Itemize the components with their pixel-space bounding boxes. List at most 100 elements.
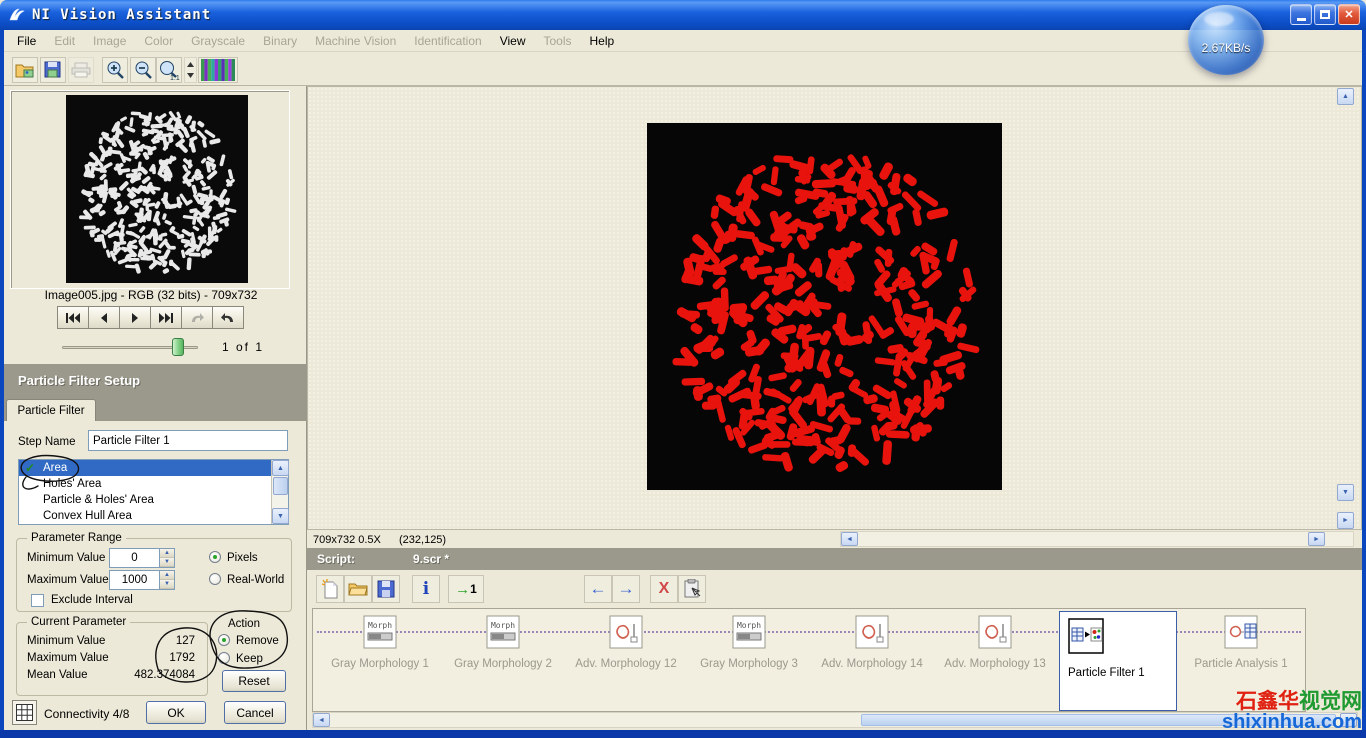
new-script-button[interactable] (316, 575, 344, 603)
scroll-up-icon[interactable]: ▲ (272, 460, 289, 476)
script-hscrollbar[interactable]: ◄ ► (312, 712, 1358, 728)
step-label: Particle Filter 1 (1068, 667, 1176, 679)
last-image-button[interactable] (150, 306, 182, 329)
spin-up-icon[interactable]: ▲ (160, 549, 174, 558)
max-value-label: Maximum Value (27, 574, 109, 586)
step-back-button[interactable]: ← (584, 575, 612, 603)
script-info-button[interactable]: i (412, 575, 440, 603)
script-label: Script: (317, 552, 355, 566)
connectivity-grid-icon[interactable] (12, 700, 37, 725)
hscroll-left-icon[interactable]: ◄ (841, 532, 858, 546)
script-step-adv-morphology-14[interactable]: Adv. Morphology 14 (813, 615, 931, 709)
spin-down-icon[interactable]: ▼ (160, 580, 174, 589)
viewer-scroll-corner-right[interactable]: ► (1337, 512, 1354, 529)
viewer-scroll-up[interactable]: ▲ (1337, 88, 1354, 105)
title-bar: NI Vision Assistant ✕ (0, 0, 1366, 30)
gray-morphology-icon: Morph (363, 615, 397, 649)
spin-up-icon[interactable]: ▲ (160, 571, 174, 580)
hscroll-right-icon[interactable]: ► (1308, 532, 1325, 546)
save-script-button[interactable] (372, 575, 400, 603)
viewer-hscrollbar[interactable]: ◄ ► (840, 531, 1354, 547)
script-step-adv-morphology-12[interactable]: Adv. Morphology 12 (567, 615, 685, 709)
script-step-particle-filter-1[interactable]: Particle Filter 1 (1059, 611, 1177, 711)
open-image-button[interactable] (12, 57, 38, 83)
setup-title: Particle Filter Setup (18, 373, 140, 388)
main-image[interactable] (647, 123, 1002, 490)
redo-button[interactable] (212, 306, 244, 329)
next-image-button[interactable] (119, 306, 151, 329)
particle-analysis-icon (1224, 615, 1258, 649)
max-value-spinbox[interactable]: 1000 ▲▼ (109, 570, 175, 590)
exclude-interval-checkbox[interactable] (31, 594, 44, 607)
cp-max-value: 1792 (137, 652, 195, 664)
palette-icon[interactable] (198, 57, 238, 83)
run-once-button[interactable]: → 1 (448, 575, 484, 603)
menu-view[interactable]: View (491, 31, 535, 51)
image-nav-buttons (57, 306, 243, 329)
first-image-button[interactable] (57, 306, 89, 329)
step-forward-button[interactable]: → (612, 575, 640, 603)
zoom-out-button[interactable] (130, 57, 156, 83)
step-label: Gray Morphology 1 (321, 658, 439, 670)
scrollbar-thumb[interactable] (273, 477, 288, 495)
script-step-gray-morphology-3[interactable]: MorphGray Morphology 3 (690, 615, 808, 709)
net-speed-bubble: 2.67KB/s (1188, 5, 1264, 75)
pixels-radio[interactable] (209, 551, 221, 563)
watermark-cn-green: 视觉网 (1299, 689, 1362, 713)
window-border-right (1362, 30, 1366, 738)
open-script-button[interactable] (344, 575, 372, 603)
image-slider-thumb[interactable] (172, 338, 184, 356)
script-file-name: 9.scr * (413, 552, 449, 566)
menu-binary: Binary (254, 31, 306, 51)
gray-morphology-icon: Morph (486, 615, 520, 649)
scroll-down-icon[interactable]: ▼ (272, 508, 289, 524)
previous-image-button[interactable] (88, 306, 120, 329)
zoom-1to1-button[interactable]: 1:1 (156, 57, 182, 83)
adv-morphology-icon (855, 615, 889, 649)
min-value-spinbox[interactable]: 0 ▲▼ (109, 548, 175, 568)
menu-help[interactable]: Help (581, 31, 624, 51)
min-value[interactable]: 0 (110, 549, 159, 567)
measurement-item[interactable]: Convex Hull Area (19, 508, 288, 524)
save-image-button[interactable] (40, 57, 66, 83)
script-step-gray-morphology-1[interactable]: Morph Gray Morphology 1 (321, 615, 439, 709)
cp-min-label: Minimum Value (27, 635, 105, 647)
measurement-item[interactable]: Particle & Holes' Area (19, 492, 288, 508)
spin-down-icon[interactable]: ▼ (160, 558, 174, 567)
paste-step-button[interactable] (678, 575, 706, 603)
measurement-item[interactable]: Holes' Area (19, 476, 288, 492)
step-name-input[interactable] (88, 430, 288, 451)
maximize-button[interactable] (1314, 4, 1336, 25)
measurement-label: Particle & Holes' Area (43, 494, 154, 506)
delete-step-button[interactable]: X (650, 575, 678, 603)
tab-particle-filter[interactable]: Particle Filter (6, 399, 96, 421)
ok-button[interactable]: OK (146, 701, 206, 724)
step-icon (813, 615, 931, 652)
measurement-label: Holes' Area (43, 478, 101, 490)
real-world-radio[interactable] (209, 573, 221, 585)
viewer-scroll-down[interactable]: ▼ (1337, 484, 1354, 501)
step-label: Particle Analysis 1 (1182, 658, 1300, 670)
listbox-scrollbar[interactable]: ▲ ▼ (271, 460, 288, 524)
script-step-adv-morphology-13[interactable]: Adv. Morphology 13 (936, 615, 1054, 709)
minimize-button[interactable] (1290, 4, 1312, 25)
script-step-gray-morphology-2[interactable]: MorphGray Morphology 2 (444, 615, 562, 709)
cp-min-value: 127 (137, 635, 195, 647)
connectivity-label: Connectivity 4/8 (44, 707, 129, 721)
cancel-button[interactable]: Cancel (224, 701, 286, 724)
max-value[interactable]: 1000 (110, 571, 159, 589)
menu-file[interactable]: File (8, 31, 45, 51)
step-icon (1182, 615, 1300, 652)
measurement-item[interactable]: ✓Area (19, 460, 288, 476)
menu-tools: Tools (534, 31, 580, 51)
remove-radio[interactable] (218, 634, 230, 646)
close-button[interactable]: ✕ (1338, 4, 1360, 25)
reset-button[interactable]: Reset (222, 670, 286, 692)
keep-radio[interactable] (218, 652, 230, 664)
current-parameter-title: Current Parameter (27, 616, 130, 628)
menu-bar: FileEditImageColorGrayscaleBinaryMachine… (4, 30, 1362, 52)
script-scroll-left-icon[interactable]: ◄ (313, 713, 330, 727)
menu-machine-vision: Machine Vision (306, 31, 405, 51)
zoom-in-button[interactable] (102, 57, 128, 83)
zoom-spinner[interactable] (184, 57, 197, 83)
